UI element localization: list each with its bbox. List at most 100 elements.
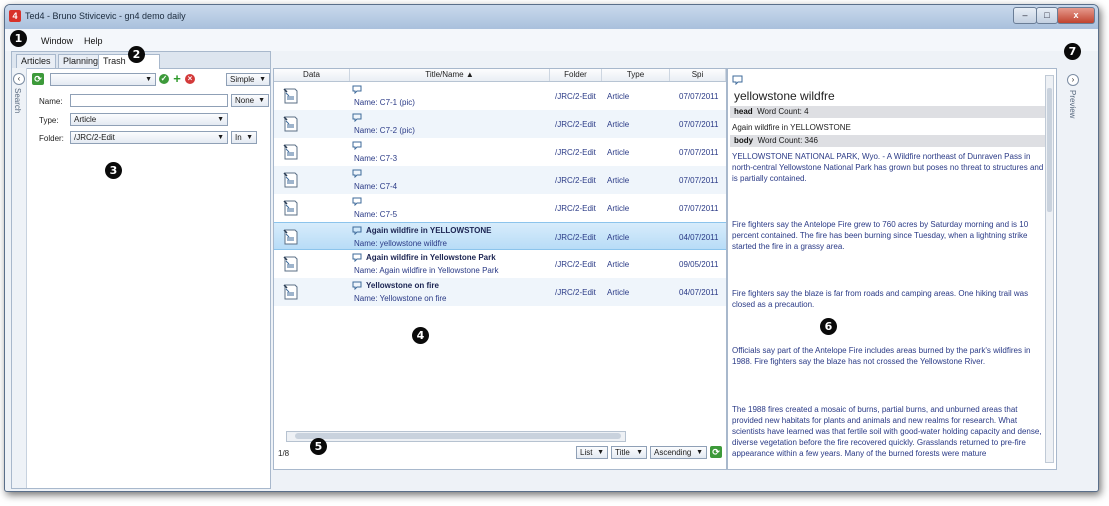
- row-date: 07/07/2011: [679, 92, 719, 101]
- table-row[interactable]: Again wildfire in Yellowstone Park Name: …: [274, 250, 726, 278]
- article-doc-icon: [283, 200, 298, 216]
- expand-right-icon[interactable]: ›: [1067, 74, 1079, 86]
- folder-select[interactable]: /JRC/2-Edit ▼: [70, 131, 228, 144]
- name-input[interactable]: [70, 94, 228, 107]
- row-folder: /JRC/2-Edit: [555, 120, 596, 129]
- folder-option-select[interactable]: In ▼: [231, 131, 257, 144]
- table-row[interactable]: Name: C7-1 (pic) /JRC/2-Edit Article 07/07/…: [274, 82, 726, 110]
- refresh-icon[interactable]: ⟳: [32, 73, 44, 85]
- minimize-button[interactable]: –: [1013, 7, 1037, 24]
- menu-window[interactable]: Window: [41, 36, 73, 46]
- article-type-icon: [352, 226, 362, 235]
- article-type-icon: [352, 113, 362, 122]
- article-type-icon: [352, 169, 362, 178]
- folder-label: Folder:: [39, 134, 64, 143]
- type-select[interactable]: Article ▼: [70, 113, 228, 126]
- callout-badge: 5: [310, 438, 327, 455]
- row-type: Article: [607, 120, 630, 129]
- head-label: head: [734, 107, 753, 116]
- callout-badge: 7: [1064, 43, 1081, 60]
- scrollbar-thumb[interactable]: [1047, 88, 1052, 212]
- head-text: Again wildfire in YELLOWSTONE: [732, 123, 851, 132]
- row-type: Article: [607, 204, 630, 213]
- row-folder: /JRC/2-Edit: [555, 176, 596, 185]
- row-date: 07/07/2011: [679, 204, 719, 213]
- row-folder: /JRC/2-Edit: [555, 288, 596, 297]
- table-row[interactable]: Name: C7-5/JRC/2-Edit Article 07/07/2011: [274, 194, 726, 222]
- delete-icon[interactable]: ×: [185, 74, 195, 84]
- row-type: Article: [607, 233, 630, 242]
- sort-field-select[interactable]: Title ▼: [611, 446, 647, 459]
- row-title: Again wildfire in Yellowstone Park: [366, 253, 496, 262]
- table-row[interactable]: Name: C7-3/JRC/2-Edit Article 07/07/2011: [274, 138, 726, 166]
- column-folder[interactable]: Folder: [550, 69, 602, 81]
- app-icon: 4: [9, 10, 21, 22]
- row-name: Name: C7-2 (pic): [354, 126, 415, 135]
- body-paragraph: Fire fighters say the Antelope Fire grew…: [732, 220, 1029, 251]
- column-data[interactable]: Data: [274, 69, 350, 81]
- row-folder: /JRC/2-Edit: [555, 204, 596, 213]
- horizontal-scrollbar[interactable]: [286, 431, 626, 442]
- callout-badge: 1: [10, 30, 27, 47]
- search-panel: Articles Planning Trash ‹ Search ⟳ ▼ ✓ +…: [11, 51, 271, 489]
- article-type-icon: [352, 197, 362, 206]
- article-doc-icon: [283, 172, 298, 188]
- table-row[interactable]: Yellowstone on fire Name: Yellowstone on …: [274, 278, 726, 306]
- maximize-button[interactable]: □: [1036, 7, 1058, 24]
- row-date: 09/05/2011: [679, 260, 719, 269]
- sort-order-value: Ascending: [654, 448, 692, 457]
- article-doc-icon: [283, 116, 298, 132]
- collapse-left-icon[interactable]: ‹: [13, 73, 25, 85]
- name-label: Name:: [39, 97, 63, 106]
- tab-planning[interactable]: Planning: [58, 54, 104, 68]
- body-paragraph: Officials say part of the Antelope Fire …: [732, 346, 1031, 366]
- sort-field-value: Title: [615, 448, 630, 457]
- application-window: 4 Ted4 - Bruno Stivicevic - gn4 demo dai…: [4, 4, 1099, 492]
- menu-bar: Window Help: [5, 29, 1098, 51]
- add-icon[interactable]: +: [171, 72, 183, 85]
- row-folder: /JRC/2-Edit: [555, 148, 596, 157]
- table-header: Data Title/Name ▲ Folder Type Spi: [274, 69, 726, 82]
- view-select[interactable]: List ▼: [576, 446, 608, 459]
- head-word-count: Word Count: 4: [757, 107, 809, 116]
- results-panel: Data Title/Name ▲ Folder Type Spi Name: …: [273, 68, 727, 470]
- article-doc-icon: [283, 144, 298, 160]
- body-paragraph: YELLOWSTONE NATIONAL PARK, Wyo. - A Wild…: [732, 152, 1044, 183]
- check-icon[interactable]: ✓: [159, 74, 169, 84]
- column-title[interactable]: Title/Name ▲: [350, 69, 550, 81]
- column-spi[interactable]: Spi: [670, 69, 726, 81]
- menu-help[interactable]: Help: [84, 36, 103, 46]
- row-title: Again wildfire in YELLOWSTONE: [366, 226, 492, 235]
- row-name: Name: yellowstone wildfre: [354, 239, 447, 248]
- column-type[interactable]: Type: [602, 69, 670, 81]
- row-date: 04/07/2011: [679, 288, 719, 297]
- refresh-results-icon[interactable]: ⟳: [710, 446, 722, 458]
- title-bar: 4 Ted4 - Bruno Stivicevic - gn4 demo dai…: [5, 5, 1098, 29]
- saved-search-combo[interactable]: ▼: [50, 73, 156, 86]
- preview-vertical-scrollbar[interactable]: [1045, 75, 1054, 463]
- row-name: Name: Again wildfire in Yellowstone Park: [354, 266, 499, 275]
- scrollbar-thumb[interactable]: [295, 433, 621, 439]
- row-name: Name: C7-3: [354, 154, 398, 163]
- row-date: 04/07/2011: [679, 233, 719, 242]
- table-row[interactable]: Again wildfire in YELLOWSTONE Name: yello…: [274, 222, 726, 250]
- table-row[interactable]: Name: C7-2 (pic) /JRC/2-Edit Article 07/07/…: [274, 110, 726, 138]
- row-type: Article: [607, 148, 630, 157]
- callout-badge: 3: [105, 162, 122, 179]
- tab-articles[interactable]: Articles: [16, 54, 56, 68]
- preview-heading: yellowstone wildfre: [734, 89, 835, 103]
- callout-badge: 4: [412, 327, 429, 344]
- close-button[interactable]: x: [1057, 7, 1095, 24]
- row-type: Article: [607, 260, 630, 269]
- sort-order-select[interactable]: Ascending ▼: [650, 446, 707, 459]
- name-option-value: None: [235, 96, 255, 105]
- table-row[interactable]: Name: C7-4/JRC/2-Edit Article 07/07/2011: [274, 166, 726, 194]
- body-word-count: Word Count: 346: [757, 136, 818, 145]
- search-strip-label: Search: [13, 88, 22, 114]
- callout-badge: 6: [820, 318, 837, 335]
- preview-panel: yellowstone wildfre head Word Count: 4 A…: [727, 68, 1057, 470]
- row-date: 07/07/2011: [679, 120, 719, 129]
- mode-select[interactable]: Simple ▼: [226, 73, 270, 86]
- row-name: Name: Yellowstone on fire: [354, 294, 447, 303]
- name-option-select[interactable]: None ▼: [231, 94, 269, 107]
